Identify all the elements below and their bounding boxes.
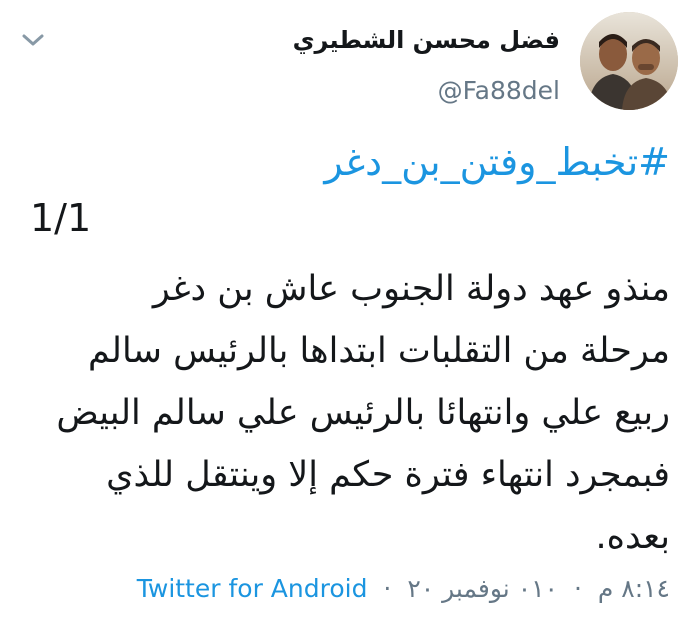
tweet-time: ٨:١٤ م [597, 574, 670, 603]
tweet-text-line: مرحلة من التقلبات ابتداها بالرئيس سالم [88, 331, 670, 371]
tweet-source-link[interactable]: Twitter for Android [137, 574, 368, 603]
user-handle[interactable]: @Fa88del [438, 76, 560, 105]
meta-separator: · [573, 574, 582, 603]
meta-separator: · [383, 574, 392, 603]
thread-numbering: 1/1 [30, 196, 92, 240]
tweet-text-line: بعده. [595, 517, 670, 557]
tweet-date: ٠١٠ نوفمبر ٢٠ [407, 574, 558, 603]
chevron-down-icon[interactable] [20, 30, 46, 50]
tweet-text-line: فبمجرد انتهاء فترة حكم إلا وينتقل للذي [106, 455, 670, 495]
tweet-text-line: منذو عهد دولة الجنوب عاش بن دغر [152, 269, 670, 309]
tweet-text: منذو عهد دولة الجنوب عاش بن دغر مرحلة من… [30, 258, 670, 568]
tweet-meta: ٨:١٤ م · ٠١٠ نوفمبر ٢٠ · Twitter for And… [137, 574, 670, 603]
avatar[interactable] [580, 12, 678, 110]
tweet-header: فضل محسن الشطيري @Fa88del [0, 0, 700, 120]
profile-photo [580, 12, 678, 110]
display-name[interactable]: فضل محسن الشطيري [293, 26, 560, 54]
hashtag-link[interactable]: #تخبط_وفتن_بن_دغر [324, 140, 670, 184]
tweet-text-line: ربيع علي وانتهائا بالرئيس علي سالم البيض [56, 393, 670, 433]
tweet: فضل محسن الشطيري @Fa88del #تخبط_وفتن_بن_… [0, 0, 700, 618]
